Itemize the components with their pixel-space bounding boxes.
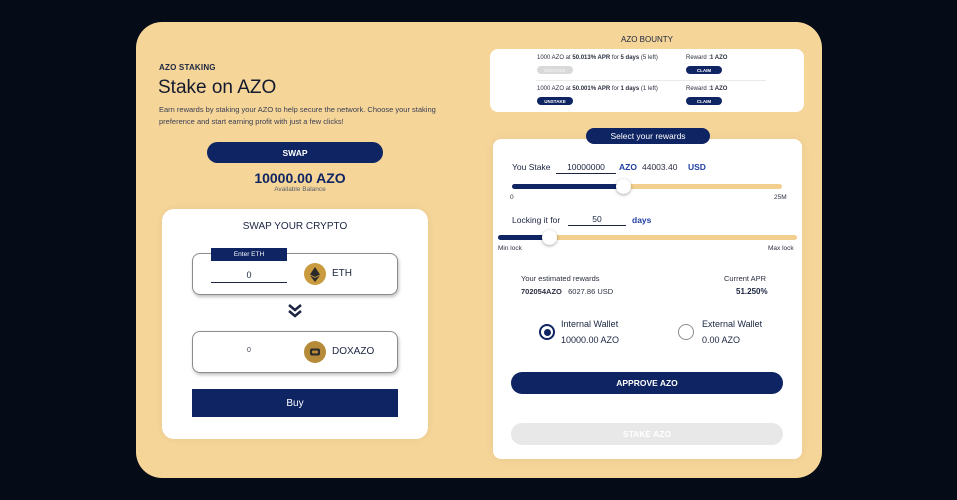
select-rewards-pill: Select your rewards	[586, 128, 710, 144]
external-wallet-radio[interactable]	[678, 324, 694, 340]
bounty-reward-text: Reward :1 AZO	[686, 86, 728, 92]
bounty-stake-text: 1000 AZO at 50.001% APR for 1 days (1 le…	[537, 86, 658, 92]
to-token-name: DOXAZO	[332, 346, 375, 357]
stake-usd-unit: USD	[688, 162, 706, 172]
ethereum-icon	[304, 263, 326, 285]
section-eyebrow: AZO STAKING	[159, 63, 216, 72]
bounty-card: 1000 AZO at 50.013% APR for 5 days (5 le…	[490, 49, 804, 112]
bounty-row: 1000 AZO at 50.013% APR for 5 days (5 le…	[490, 53, 804, 81]
swap-crypto-title: SWAP YOUR CRYPTO	[242, 221, 348, 232]
lock-unit: days	[632, 215, 652, 225]
lock-slider-thumb[interactable]	[541, 230, 557, 245]
current-apr-value: 51.250%	[736, 287, 768, 296]
stake-unit: AZO	[619, 162, 637, 172]
page-description: Earn rewards by staking your AZO to help…	[159, 105, 436, 126]
from-token-name: ETH	[332, 268, 352, 279]
approve-azo-button[interactable]: APPROVE AZO	[511, 372, 783, 394]
lock-label: Locking it for	[512, 215, 561, 225]
estimated-rewards-label: Your estimated rewards	[521, 274, 600, 283]
buy-button[interactable]: Buy	[192, 389, 398, 417]
double-chevron-down-icon	[288, 304, 302, 318]
stake-amount-slider[interactable]	[512, 179, 782, 194]
swap-button[interactable]: SWAP	[207, 142, 383, 163]
internal-wallet-radio[interactable]	[539, 324, 555, 340]
bounty-row: 1000 AZO at 50.001% APR for 1 days (1 le…	[490, 84, 804, 112]
current-apr-label: Current APR	[724, 274, 767, 283]
stake-slider-thumb[interactable]	[615, 179, 631, 194]
enter-eth-label: Enter ETH	[211, 248, 287, 261]
stake-amount-input[interactable]	[556, 160, 616, 174]
stake-slider-max: 25M	[774, 194, 787, 201]
bounty-reward-text: Reward :1 AZO	[686, 55, 728, 61]
doxazo-coin-icon	[304, 341, 326, 363]
external-wallet-balance: 0.00 AZO	[702, 335, 741, 345]
page-title: Stake on AZO	[158, 77, 277, 98]
stake-azo-button[interactable]: STAKE AZO	[511, 423, 783, 445]
from-token-box: Enter ETH ETH	[192, 248, 398, 295]
to-token-box: 0 DOXAZO	[192, 331, 398, 373]
doxazo-amount-value: 0	[247, 347, 251, 354]
available-balance-value: 10000.00 AZO	[254, 170, 346, 186]
lock-slider-min: Min lock	[498, 245, 522, 252]
external-wallet-name: External Wallet	[702, 319, 763, 329]
lock-days-input[interactable]	[568, 212, 626, 226]
lock-duration-slider[interactable]	[498, 230, 797, 245]
unstake-button[interactable]: UNSTAKE	[537, 97, 573, 105]
stake-usd-value: 44003.40	[642, 162, 678, 172]
stake-label: You Stake	[512, 162, 551, 172]
available-balance-label: Available Balance	[274, 186, 326, 193]
stake-slider-min: 0	[510, 194, 514, 201]
bounty-stake-text: 1000 AZO at 50.013% APR for 5 days (5 le…	[537, 55, 658, 61]
lock-slider-max: Max lock	[768, 245, 794, 252]
internal-wallet-name: Internal Wallet	[561, 319, 619, 329]
swap-crypto-card: SWAP YOUR CRYPTO Enter ETH ETH 0 DOXAZO …	[162, 209, 428, 439]
bounty-title: AZO BOUNTY	[620, 35, 673, 44]
unstake-button[interactable]: UNSTAKE	[537, 66, 573, 74]
stake-slider-fill	[512, 184, 623, 189]
estimated-rewards-value: 702054AZO 6027.86 USD	[521, 287, 614, 296]
bounty-divider	[536, 80, 766, 81]
claim-button[interactable]: CLAIM	[686, 66, 722, 74]
internal-wallet-balance: 10000.00 AZO	[561, 335, 620, 345]
claim-button[interactable]: CLAIM	[686, 97, 722, 105]
eth-amount-input[interactable]	[211, 267, 287, 283]
